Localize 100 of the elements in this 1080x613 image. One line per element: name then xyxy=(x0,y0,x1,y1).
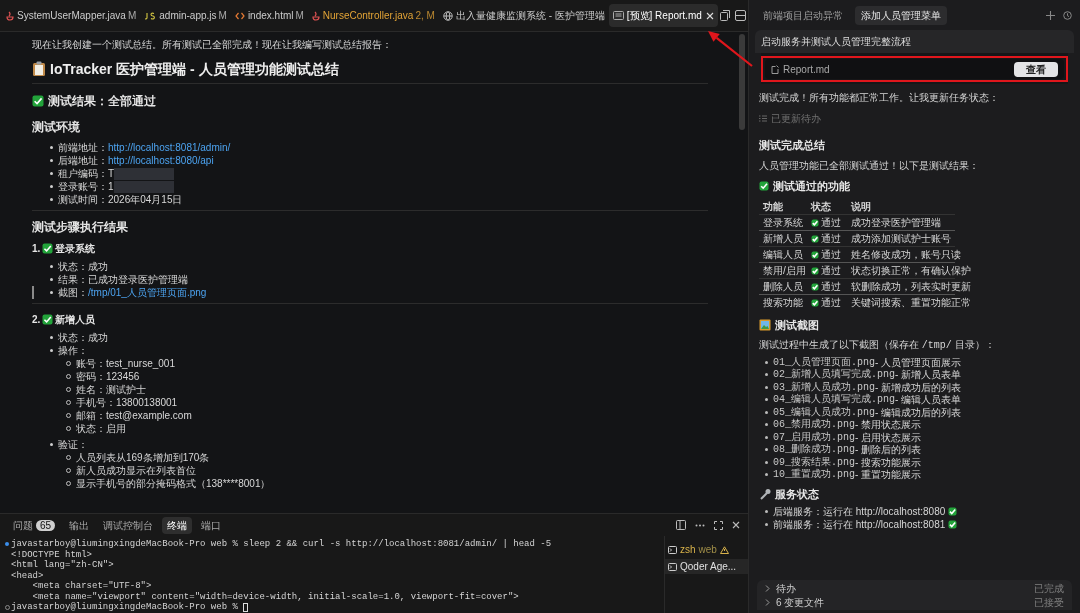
list-label: 操作： xyxy=(58,344,88,357)
list-item: 姓名：测试护士 xyxy=(76,383,146,396)
list-item: 07_启用成功.png- 启用状态展示 xyxy=(765,431,1070,444)
paragraph: 现在让我创建一个测试总结。所有测试已全部完成！现在让我编写测试总结报告： xyxy=(32,38,393,52)
terminal-line: <head> xyxy=(11,570,44,581)
editor-tab[interactable]: index.html M xyxy=(230,4,308,27)
terminal-line: javastarboy@liumingxingdeMacBook-Pro web % xyxy=(11,602,239,613)
list-value: 成功 xyxy=(88,331,108,344)
list-item: 前端服务：运行在 http://localhost:8081 xyxy=(773,518,946,532)
list-label: 测试时间： xyxy=(58,193,108,206)
chat-tab[interactable]: 前端项目启动异常 xyxy=(757,5,849,25)
table-cell-text: 通过 xyxy=(821,248,841,262)
list-label: 验证： xyxy=(58,438,88,451)
list-item: 账号：test_nurse_001 xyxy=(76,357,175,370)
list-label: 状态： xyxy=(58,260,88,273)
list-item: 02_新增人员填写完成.png- 新增人员表单 xyxy=(765,368,1070,381)
link[interactable]: /tmp/01_人员管理页面.png xyxy=(88,286,207,299)
panel-tab[interactable]: 调试控制台 xyxy=(98,516,159,534)
table-cell-text: 通过 xyxy=(821,264,841,278)
link[interactable]: http://localhost:8080/api xyxy=(108,154,214,167)
panel-tab[interactable]: 输出 xyxy=(64,516,95,534)
editor-tab[interactable]: 出入量健康监测系统 - 医护管理端 xyxy=(438,4,609,27)
editor-tab[interactable]: [预览] Report.md xyxy=(608,4,718,27)
list-item: 09_搜索结果.png- 搜索功能展示 xyxy=(765,456,1070,469)
list-value: 1 xyxy=(108,180,114,193)
table-cell-text: 通过 xyxy=(821,296,841,310)
step-title: 新增人员 xyxy=(55,313,96,327)
table-cell-text: 禁用/启用 xyxy=(763,264,807,278)
column-header: 功能 xyxy=(763,199,784,214)
editor-tab[interactable]: admin-app.js M xyxy=(140,4,231,27)
list-item: 05_编辑人员成功.png- 编辑成功后的列表 xyxy=(765,406,1070,419)
list-value: 已成功登录医护管理端 xyxy=(88,273,188,286)
terminal-list-item[interactable]: zsh web xyxy=(665,542,748,557)
document-title: IoTracker 医护管理端 - 人员管理功能测试总结 xyxy=(50,60,339,78)
table-cell-text: 状态切换正常，有确认保护 xyxy=(851,264,971,278)
view-button[interactable]: 查看 xyxy=(1014,61,1058,77)
list-label: 租户编码： xyxy=(58,167,108,180)
list-label: 后端地址： xyxy=(58,154,108,167)
column-header: 状态 xyxy=(811,199,832,214)
list-item: 10_重置成功.png- 重置功能展示 xyxy=(765,468,1070,481)
list-label: 前端地址： xyxy=(58,141,108,154)
table-cell-text: 删除人员 xyxy=(763,280,804,294)
terminal-line: <html lang="zh-CN"> xyxy=(11,560,114,571)
summary-item[interactable]: 待办 xyxy=(776,580,796,596)
table-cell-text: 编辑人员 xyxy=(763,248,804,262)
list-item: 03_新增人员成功.png- 新增成功后的列表 xyxy=(765,381,1070,394)
table-cell-text: 通过 xyxy=(821,232,841,246)
panel-tab[interactable]: 端口 xyxy=(196,516,227,534)
panel-tab[interactable]: 问题 65 xyxy=(8,516,61,534)
list-item: 08_删除成功.png- 删除后的列表 xyxy=(765,443,1070,456)
list-item: 邮箱：test@example.com xyxy=(76,409,192,422)
list-item: 状态：启用 xyxy=(76,422,126,435)
count-badge: 65 xyxy=(36,519,56,531)
list-item: 新人员成功显示在列表首位 xyxy=(76,464,196,477)
terminal-line: <meta name="viewport" content="width=device-width, initial-scale=1.0, viewport-fit=cover"> xyxy=(31,591,519,602)
list-value: 2026年04月15日 xyxy=(108,193,183,206)
table-cell-text: 成功添加测试护士账号 xyxy=(851,232,951,246)
chat-tab[interactable]: 添加人员管理菜单 xyxy=(855,5,947,25)
list-item: 后端服务：运行在 http://localhost:8080 xyxy=(773,505,946,519)
step-title: 登录系统 xyxy=(55,242,96,256)
summary-item[interactable]: 6 变更文件 xyxy=(776,594,825,610)
list-label: 截图： xyxy=(58,286,88,299)
editor-tab[interactable]: NurseController.java 2, M xyxy=(307,4,439,27)
section-heading: 测试环境 xyxy=(32,119,80,135)
table-cell-text: 软删除成功，列表实时更新 xyxy=(851,280,971,294)
table-cell-text: 登录系统 xyxy=(763,216,804,230)
terminal-line: javastarboy@liumingxingdeMacBook-Pro web % sleep 2 && curl -s http://localhost:8081/admin/ | head -5 xyxy=(11,539,552,550)
list-label: 结果： xyxy=(58,273,88,286)
list-item: 人员列表从169条增加到170条 xyxy=(76,451,210,464)
panel-tab[interactable]: 终端 xyxy=(162,516,193,534)
list-item: 04_编辑人员填写完成.png- 编辑人员表单 xyxy=(765,393,1070,406)
list-label: 登录账号： xyxy=(58,180,108,193)
section-heading: 测试截图 xyxy=(775,318,819,332)
paragraph: 人员管理功能已全部测试通过！以下是测试结果： xyxy=(759,159,980,172)
summary-status: 已接受 xyxy=(1034,595,1064,610)
table-cell-text: 新增人员 xyxy=(763,232,804,246)
step-number: 2. xyxy=(32,313,41,327)
section-heading: 服务状态 xyxy=(775,487,819,501)
editor-tab[interactable]: SystemUserMapper.java M xyxy=(2,4,141,27)
step-number: 1. xyxy=(32,242,41,256)
table-cell-text: 搜索功能 xyxy=(763,296,804,310)
list-item: 06_禁用成功.png- 禁用状态展示 xyxy=(765,418,1070,431)
column-header: 说明 xyxy=(851,199,872,214)
summary-status: 已完成 xyxy=(1034,581,1064,596)
list-item: 密码：123456 xyxy=(76,370,140,383)
table-cell-text: 关键词搜索、重置功能正常 xyxy=(851,296,971,310)
task-title: 启动服务并测试人员管理完整流程 xyxy=(755,30,1074,53)
list-item: 手机号：13800138001 xyxy=(76,396,178,409)
table-cell-text: 姓名修改成功，账号只读 xyxy=(851,248,961,262)
list-label: 状态： xyxy=(58,331,88,344)
link[interactable]: http://localhost:8081/admin/ xyxy=(108,141,231,154)
terminal-line: <meta charset="UTF-8"> xyxy=(31,581,152,592)
section-heading: 测试结果：全部通过 xyxy=(48,94,156,109)
list-value: T xyxy=(108,167,115,180)
list-item: 显示手机号的部分掩码格式（138****8001） xyxy=(76,477,271,490)
table-cell-text: 成功登录医护管理端 xyxy=(851,216,942,230)
list-value: 成功 xyxy=(88,260,108,273)
terminal-list-item[interactable]: Qoder Age... xyxy=(665,559,748,574)
terminal-line: <!DOCTYPE html> xyxy=(11,549,92,560)
todo-status: 已更新待办 xyxy=(771,112,821,126)
